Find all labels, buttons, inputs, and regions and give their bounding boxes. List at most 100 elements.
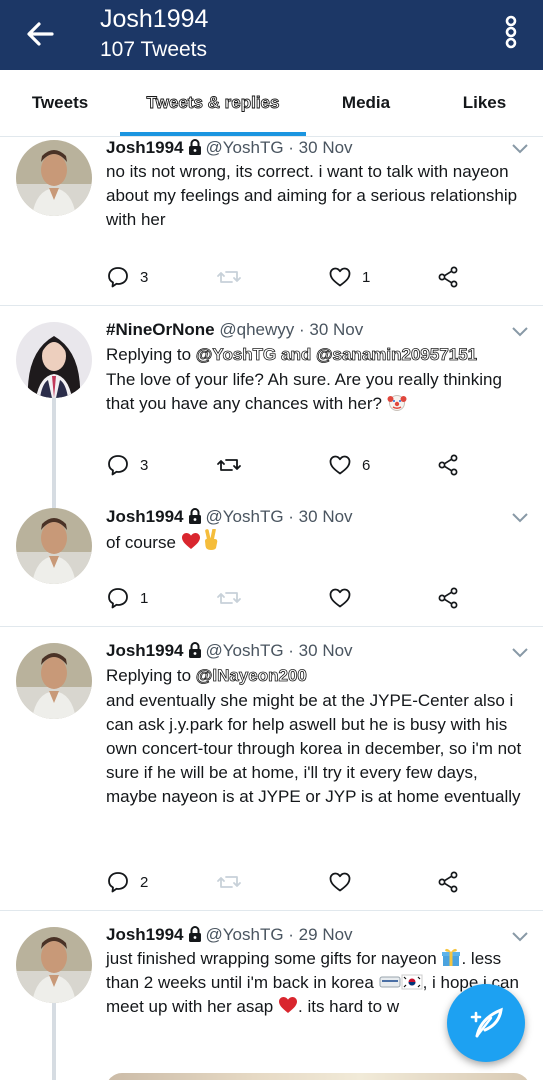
tweet-date: · 29 Nov [288, 925, 353, 944]
chevron-down-icon[interactable] [511, 647, 529, 659]
reply-icon [108, 455, 128, 476]
replying-to: Replying to @YoshTG and @sanamin20957151 [106, 343, 525, 367]
clown-emoji-icon [387, 395, 407, 411]
reply-button[interactable]: 2 [106, 867, 148, 897]
tweet-text-part: . its hard to w [298, 997, 400, 1016]
replying-to-mentions[interactable]: @YoshTG and @sanamin20957151 [195, 345, 477, 365]
app-header: Josh1994 107 Tweets [0, 0, 543, 70]
retweet-button[interactable] [216, 583, 242, 613]
share-button[interactable] [436, 450, 460, 480]
like-count: 1 [362, 268, 371, 286]
author-name[interactable]: Josh1994 [106, 507, 184, 526]
chevron-down-icon[interactable] [511, 931, 529, 943]
tweet-media-image[interactable] [106, 1073, 530, 1080]
gift-emoji-icon [442, 948, 461, 966]
tab-tweets-and-replies[interactable]: Tweets & replies [120, 70, 306, 136]
tweet-item[interactable]: Josh1994 @YoshTG · 30 Nov no its not wron… [0, 137, 543, 306]
heart-icon [329, 588, 351, 608]
tab-media[interactable]: Media [306, 70, 426, 136]
tweet-actions: 3 6 [106, 450, 526, 480]
chevron-down-icon[interactable] [511, 143, 529, 155]
active-tab-indicator [120, 132, 306, 136]
tweet-date: · 30 Nov [299, 320, 364, 339]
thread-connector [52, 498, 56, 508]
like-button[interactable] [328, 867, 352, 897]
avatar[interactable] [16, 643, 92, 719]
tweet-text: The love of your life? Ah sure. Are you … [106, 368, 525, 416]
like-button[interactable]: 1 [328, 262, 370, 292]
red-heart-emoji-icon [279, 997, 297, 1013]
retweet-icon [217, 592, 241, 604]
tab-tweets[interactable]: Tweets [0, 70, 120, 136]
tweet-text-body: The love of your life? Ah sure. Are you … [106, 370, 502, 413]
chevron-down-icon[interactable] [511, 326, 529, 338]
tweet-item[interactable]: Josh1994 @YoshTG · 30 Nov of course 1 [0, 498, 543, 627]
author-handle[interactable]: @YoshTG [206, 641, 284, 660]
reply-count: 3 [140, 268, 149, 286]
tweet-text-body: of course [106, 533, 176, 552]
author-name[interactable]: #NineOrNone [106, 320, 215, 339]
profile-tabs: Tweets Tweets & replies Media Likes [0, 70, 543, 137]
tweet-item[interactable]: #NineOrNone @qhewyy · 30 Nov Replying to… [0, 306, 543, 498]
author-handle[interactable]: @YoshTG [206, 507, 284, 526]
retweet-button[interactable] [216, 450, 242, 480]
avatar[interactable] [16, 927, 92, 1003]
tweet-actions: 1 [106, 583, 526, 613]
feather-compose-icon [470, 1007, 503, 1038]
compose-tweet-button[interactable] [447, 984, 525, 1062]
tweet-text: of course [106, 529, 525, 555]
author-name[interactable]: Josh1994 [106, 641, 184, 660]
replying-to-prefix: Replying to [106, 345, 192, 364]
avatar[interactable] [16, 140, 92, 216]
share-button[interactable] [436, 262, 460, 292]
share-icon [438, 871, 458, 893]
author-handle[interactable]: @YoshTG [206, 925, 284, 944]
reply-icon [108, 588, 128, 609]
retweet-icon [217, 876, 241, 888]
heart-icon [329, 872, 351, 892]
korea-flag-emoji-icon [401, 974, 423, 990]
tweet-date: · 30 Nov [288, 138, 353, 157]
back-arrow-icon[interactable] [22, 16, 58, 52]
tweet-text-part: just finished wrapping some gifts for na… [106, 949, 437, 968]
author-handle[interactable]: @qhewyy [219, 320, 294, 339]
avatar[interactable] [16, 322, 92, 398]
share-icon [438, 454, 458, 476]
tweet-date: · 30 Nov [288, 507, 353, 526]
lock-icon [188, 926, 201, 942]
reply-button[interactable]: 3 [106, 262, 148, 292]
like-button[interactable] [328, 583, 352, 613]
reply-count: 3 [140, 456, 149, 474]
replying-to: Replying to @lNayeon200 [106, 664, 525, 688]
heart-icon [329, 267, 351, 287]
share-icon [438, 587, 458, 609]
thread-connector [52, 396, 56, 498]
replying-to-mentions[interactable]: @lNayeon200 [195, 666, 307, 686]
reply-button[interactable]: 1 [106, 583, 148, 613]
retweet-icon [217, 271, 241, 283]
more-options-icon[interactable] [496, 14, 526, 50]
tweet-date: · 30 Nov [288, 641, 353, 660]
like-button[interactable]: 6 [328, 450, 370, 480]
victory-hand-emoji-icon [204, 529, 217, 550]
author-handle[interactable]: @YoshTG [206, 138, 284, 157]
author-name[interactable]: Josh1994 [106, 138, 184, 157]
share-icon [438, 266, 458, 288]
retweet-button[interactable] [216, 262, 242, 292]
share-button[interactable] [436, 583, 460, 613]
tab-likes[interactable]: Likes [426, 70, 543, 136]
reply-icon [108, 872, 128, 893]
heart-icon [329, 455, 351, 475]
tweet-count: 107 Tweets [100, 38, 208, 61]
chevron-down-icon[interactable] [511, 512, 529, 524]
replying-to-prefix: Replying to [106, 666, 192, 685]
avatar[interactable] [16, 508, 92, 584]
tweet-text: no its not wrong, its correct. i want to… [106, 162, 518, 229]
retweet-button[interactable] [216, 867, 242, 897]
tweet-actions: 3 1 [106, 262, 526, 292]
reply-button[interactable]: 3 [106, 450, 148, 480]
share-button[interactable] [436, 867, 460, 897]
author-name[interactable]: Josh1994 [106, 925, 184, 944]
reply-count: 2 [140, 873, 149, 891]
lock-icon [188, 508, 201, 524]
